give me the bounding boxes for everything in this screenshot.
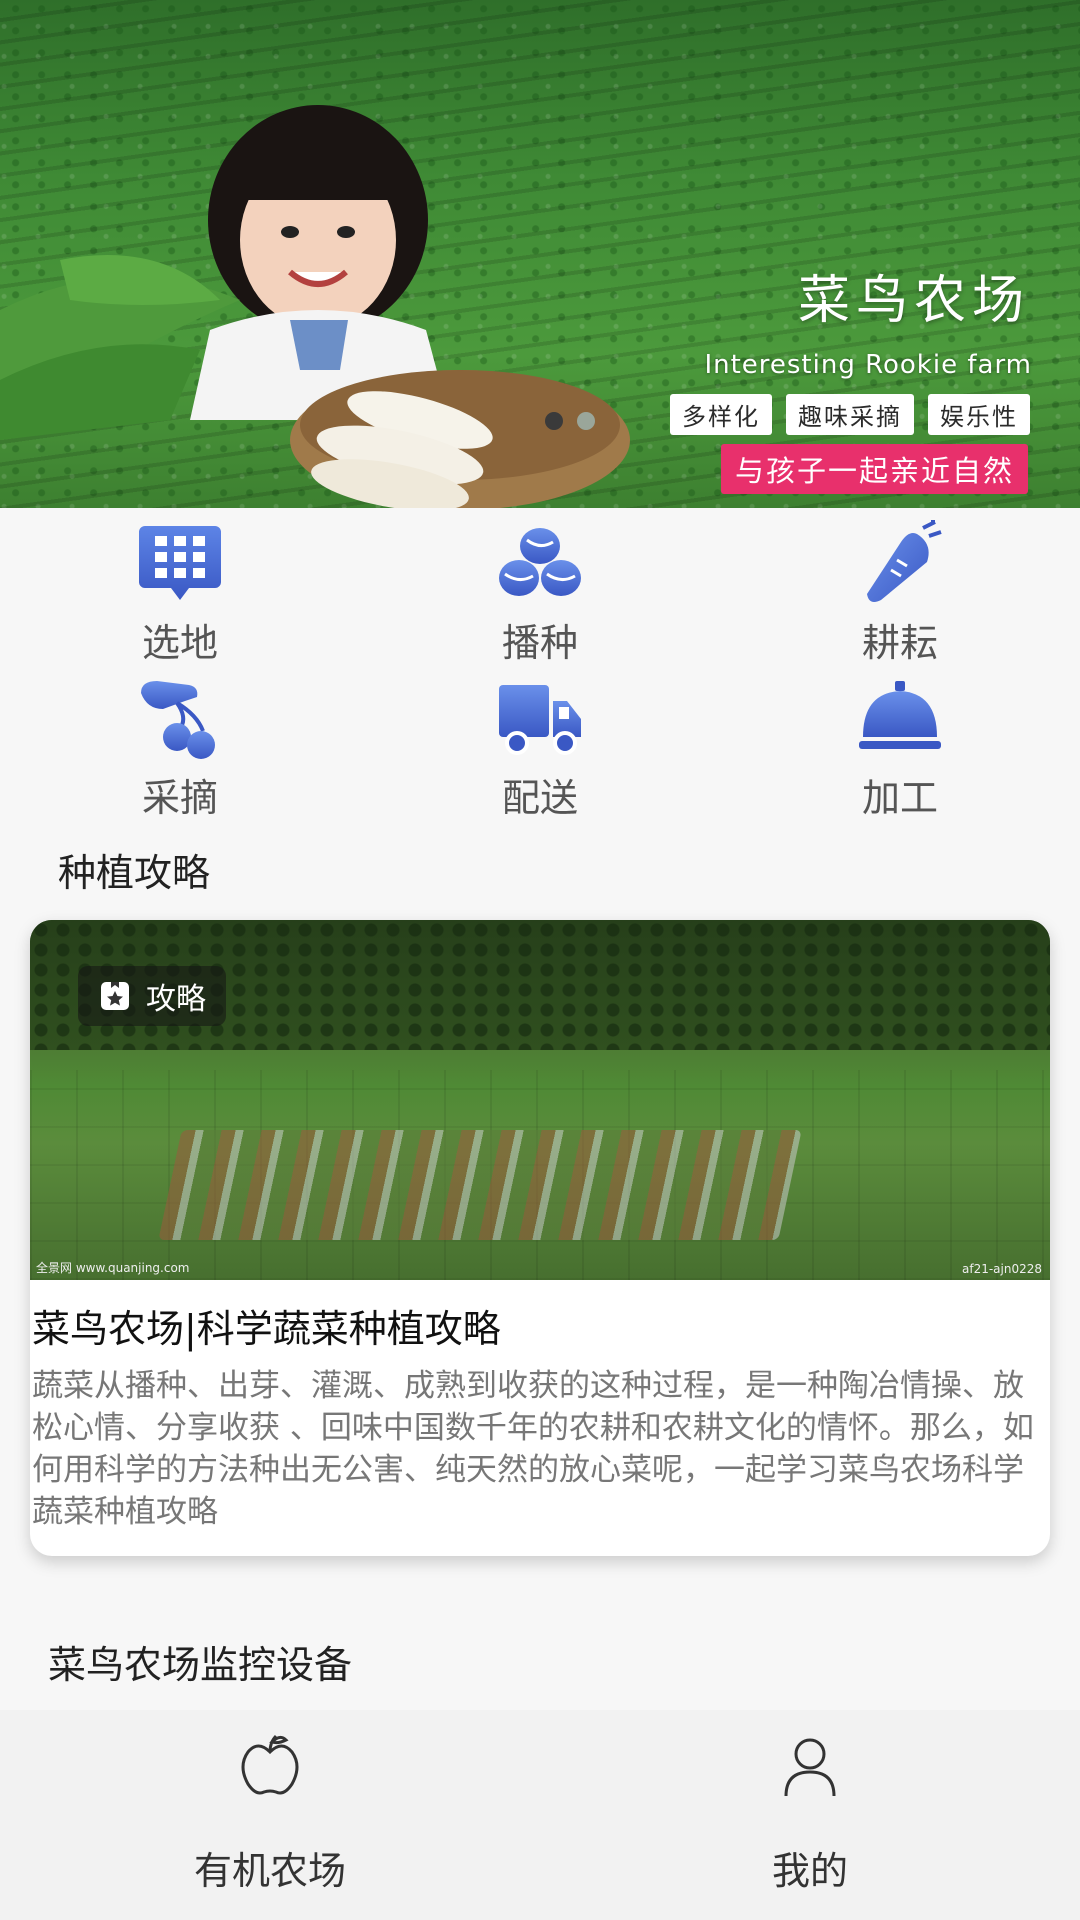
person-icon bbox=[784, 1738, 836, 1797]
tab-label: 有机农场 bbox=[193, 1849, 346, 1893]
tab-organic-farm[interactable]: 有机农场 bbox=[0, 1710, 540, 1920]
cloche-icon bbox=[859, 681, 941, 749]
tab-label: 我的 bbox=[771, 1849, 848, 1893]
article-card[interactable]: 全景网 www.quanjing.com af21-ajn0228 攻略 菜鸟农… bbox=[30, 920, 1050, 1556]
grid-item-picking[interactable]: 采摘 bbox=[0, 675, 360, 830]
banner-tag: 趣味采摘 bbox=[786, 394, 914, 435]
carousel-dot[interactable] bbox=[577, 412, 595, 430]
grid-item-label: 加工 bbox=[861, 776, 938, 820]
section-title-monitoring: 菜鸟农场监控设备 bbox=[48, 1643, 353, 1687]
seeds-icon bbox=[499, 528, 581, 596]
farm-aerial-image: 全景网 www.quanjing.com af21-ajn0228 攻略 bbox=[30, 920, 1050, 1280]
grid-item-delivery[interactable]: 配送 bbox=[360, 675, 720, 830]
carrot-icon bbox=[867, 520, 942, 602]
grid-item-cultivate[interactable]: 耕耘 bbox=[720, 520, 1080, 675]
grid-item-label: 选地 bbox=[141, 621, 218, 665]
article-description: 蔬菜从播种、出芽、灌溉、成熟到收获的这种过程，是一种陶冶情操、放松心情、分享收获… bbox=[32, 1368, 1034, 1530]
hand-cherry-icon bbox=[141, 681, 215, 759]
apple-icon bbox=[241, 1734, 299, 1795]
article-title: 菜鸟农场|科学蔬菜种植攻略 bbox=[32, 1307, 501, 1351]
banner-subtitle: Interesting Rookie farm bbox=[704, 350, 1032, 380]
function-grid: 选地 播种 耕耘 采摘 配送 加工 bbox=[0, 520, 1080, 830]
truck-icon bbox=[499, 685, 581, 755]
grid-item-label: 播种 bbox=[501, 621, 578, 665]
image-watermark: af21-ajn0228 bbox=[961, 1262, 1042, 1276]
grid-item-select-land[interactable]: 选地 bbox=[0, 520, 360, 675]
girl-with-radish-basket-image bbox=[0, 105, 630, 508]
grid-item-label: 耕耘 bbox=[861, 621, 938, 665]
guide-badge: 攻略 bbox=[78, 966, 226, 1026]
grid-item-processing[interactable]: 加工 bbox=[720, 675, 1080, 830]
carousel-indicator[interactable] bbox=[545, 412, 595, 430]
grid-item-label: 配送 bbox=[501, 776, 578, 820]
badge-label: 攻略 bbox=[146, 982, 206, 1017]
banner-slogan: 与孩子一起亲近自然 bbox=[720, 444, 1028, 494]
tab-mine[interactable]: 我的 bbox=[540, 1710, 1080, 1920]
grid-item-sowing[interactable]: 播种 bbox=[360, 520, 720, 675]
grid-pin-icon bbox=[139, 526, 221, 600]
banner-title: 菜鸟农场 bbox=[797, 271, 1030, 331]
banner-tag: 多样化 bbox=[670, 394, 772, 435]
hero-banner[interactable]: 菜鸟农场 Interesting Rookie farm 多样化 趣味采摘 娱乐… bbox=[0, 0, 1080, 508]
grid-item-label: 采摘 bbox=[141, 776, 218, 820]
image-watermark: 全景网 www.quanjing.com bbox=[36, 1261, 190, 1275]
section-title-planting-guide: 种植攻略 bbox=[58, 851, 211, 895]
banner-tag: 娱乐性 bbox=[928, 394, 1030, 435]
bottom-tab-bar: 有机农场 我的 bbox=[0, 1710, 1080, 1920]
carousel-dot-active[interactable] bbox=[545, 412, 563, 430]
banner-tags: 多样化 趣味采摘 娱乐性 bbox=[670, 394, 1030, 435]
star-bookmark-icon bbox=[101, 982, 129, 1010]
